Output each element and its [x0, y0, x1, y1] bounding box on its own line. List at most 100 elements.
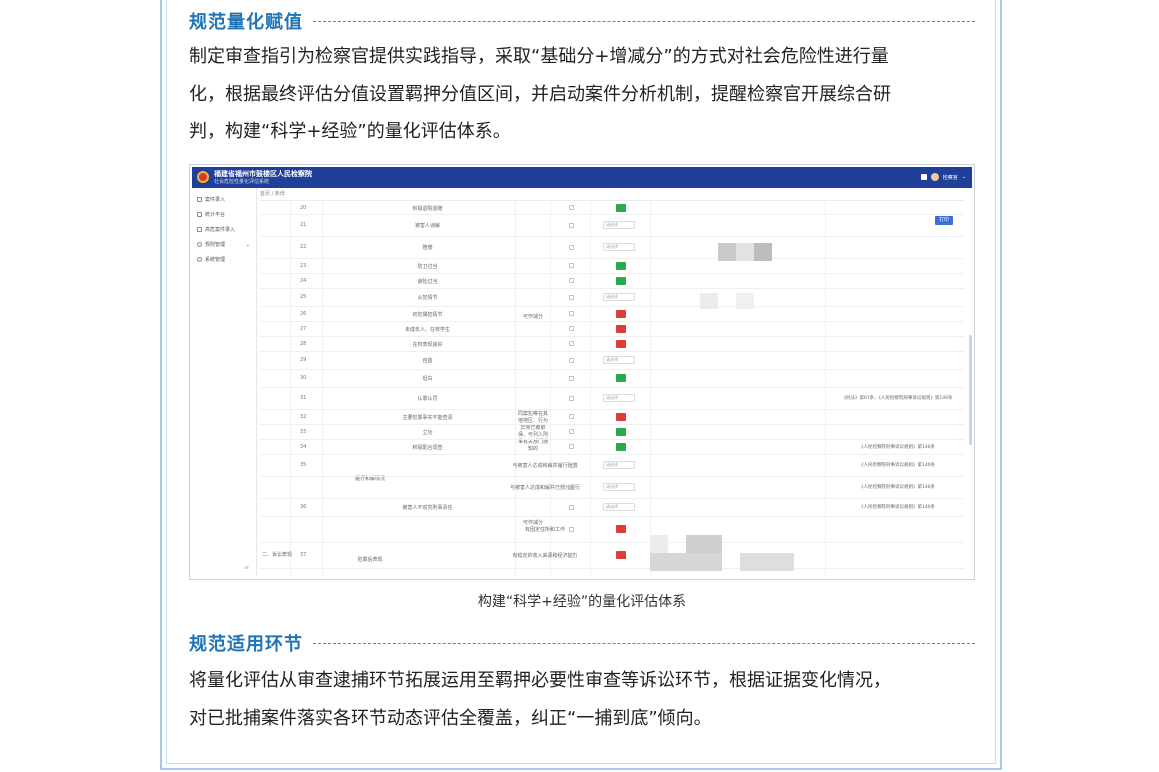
row-number: 24: [300, 277, 307, 284]
collapse-icon[interactable]: ≡: [244, 564, 249, 571]
score-subtract-tag[interactable]: [616, 412, 626, 421]
item-name: 主要犯罪事实不能查清: [402, 414, 453, 421]
row-checkbox[interactable]: [569, 395, 574, 401]
row-checkbox[interactable]: [569, 444, 574, 449]
scrollbar[interactable]: [969, 335, 972, 445]
table-row: 22 赔偿 请选择: [260, 236, 964, 259]
row-checkbox[interactable]: [569, 311, 574, 316]
score-subtract-tag[interactable]: [616, 309, 626, 318]
table-row: 有固定住所和工作: [260, 516, 964, 543]
breadcrumb: 首页 / 新增: [260, 191, 285, 197]
row-number: 37: [300, 552, 307, 558]
row-number: 33: [300, 428, 307, 435]
row-checkbox[interactable]: [569, 552, 574, 558]
emblem-icon: [197, 171, 209, 183]
row-checkbox[interactable]: [569, 205, 574, 210]
legal-basis: 《人民检察院刑事诉讼规则》第140条: [858, 463, 936, 468]
notification-icon[interactable]: [920, 174, 927, 180]
redacted-area: [736, 293, 754, 309]
item-name: 积极退赃退赔: [412, 205, 443, 212]
score-add-tag[interactable]: [616, 276, 626, 285]
score-subtract-tag[interactable]: [616, 551, 626, 559]
print-button[interactable]: 打印: [935, 216, 953, 225]
score-subtract-tag[interactable]: [616, 525, 626, 533]
section-heading-quantify: 规范量化赋值: [189, 8, 975, 34]
score-add-tag[interactable]: [616, 374, 626, 382]
table-row: 36 被害人不追究刑事责任 请选择 《人民检察院刑事诉讼规则》第140条: [260, 498, 964, 517]
user-menu[interactable]: 检察官 ⌄: [920, 173, 966, 181]
item-name: 从犯情节: [417, 295, 438, 301]
score-add-tag[interactable]: [616, 427, 626, 436]
sidebar-item[interactable]: 案件录入: [192, 192, 256, 207]
row-checkbox[interactable]: [569, 429, 574, 434]
row-number: 26: [300, 310, 307, 317]
item-name: 赔偿: [422, 245, 433, 251]
dashed-rule: [313, 20, 975, 22]
item-name: 与被害人达成和解并已部分履行: [509, 485, 580, 491]
row-checkbox[interactable]: [569, 375, 574, 381]
app-topbar: 福建省福州市鼓楼区人民检察院 社会危险性量化评估系统 检察官 ⌄: [192, 167, 972, 188]
score-select[interactable]: 请选择: [603, 483, 635, 491]
monitor-icon: [197, 212, 202, 217]
score-select[interactable]: 请选择: [603, 394, 635, 402]
row-number: 31: [300, 395, 307, 401]
score-add-tag[interactable]: [616, 261, 626, 270]
row-checkbox[interactable]: [569, 294, 574, 300]
row-number: 32: [300, 413, 307, 420]
row-checkbox[interactable]: [569, 326, 574, 331]
row-checkbox[interactable]: [569, 526, 574, 532]
score-add-tag[interactable]: [616, 442, 626, 451]
score-subtract-tag[interactable]: [616, 339, 626, 348]
table-row: 20 积极退赃退赔: [260, 201, 964, 215]
redacted-area: [736, 243, 754, 261]
redacted-area: [754, 243, 772, 261]
redacted-area: [718, 243, 736, 261]
redacted-area: [686, 535, 722, 553]
row-checkbox[interactable]: [569, 462, 574, 468]
row-checkbox[interactable]: [569, 357, 574, 363]
document-icon: [197, 227, 202, 232]
row-number: 27: [300, 325, 307, 332]
table-row: 26 初犯偶犯情节: [260, 306, 964, 322]
score-select[interactable]: 请选择: [603, 243, 635, 251]
sidebar-item[interactable]: 高危案件录入: [192, 222, 256, 237]
sidebar-item[interactable]: 系统管理: [192, 252, 256, 267]
section-title: 规范适用环节: [189, 634, 303, 655]
sidebar-item[interactable]: 统计平台: [192, 207, 256, 222]
row-number: 36: [300, 504, 307, 510]
row-checkbox[interactable]: [569, 278, 574, 283]
row-checkbox[interactable]: [569, 504, 574, 510]
row-checkbox[interactable]: [569, 263, 574, 268]
score-select[interactable]: 请选择: [603, 221, 635, 229]
dashed-rule: [313, 642, 975, 644]
row-checkbox[interactable]: [569, 341, 574, 346]
sidebar-item[interactable]: 规则管理 ⌄: [192, 237, 256, 252]
item-name: 自首: [422, 358, 433, 364]
figure-caption: 构建“科学+经验”的量化评估体系: [477, 594, 687, 610]
score-subtract-tag[interactable]: [616, 324, 626, 333]
paragraph-line: 制定审查指引为检察官提供实践指导，采取“基础分+增减分”的方式对社会危险性进行量: [189, 46, 889, 67]
row-checkbox[interactable]: [569, 222, 574, 228]
legal-basis: 《人民检察院刑事诉讼规则》第140条: [858, 485, 936, 490]
score-select[interactable]: 请选择: [603, 461, 635, 469]
table-row: 25 从犯情节 请选择: [260, 288, 964, 307]
row-number: 34: [300, 443, 307, 450]
paragraph-line: 对已批捕案件落实各环节动态评估全覆盖，纠正“一捕到底”倾向。: [189, 707, 712, 729]
section-title: 规范量化赋值: [189, 12, 303, 33]
score-add-tag[interactable]: [616, 203, 626, 212]
item-name: 避险过当: [417, 278, 438, 285]
row-number: 35: [300, 462, 307, 468]
item-name: 有稳定的收入来源和经济能力: [512, 553, 578, 559]
section-paragraph: 将量化评估从审查逮捕环节拓展运用至羁押必要性审查等诉讼环节，根据证据变化情况， …: [189, 662, 979, 737]
table-row: 37 有稳定的收入来源和经济能力: [260, 542, 964, 569]
score-select[interactable]: 请选择: [603, 503, 635, 511]
row-checkbox[interactable]: [569, 414, 574, 419]
row-checkbox[interactable]: [569, 484, 574, 490]
paragraph-line: 判，构建“科学+经验”的量化评估体系。: [189, 121, 511, 142]
score-select[interactable]: 请选择: [603, 356, 635, 364]
score-select[interactable]: 请选择: [603, 293, 635, 301]
row-number: 30: [300, 375, 307, 381]
table-row: 33 立功: [260, 424, 964, 440]
table-row: 21 被害人谅解 请选择: [260, 214, 964, 237]
row-checkbox[interactable]: [569, 244, 574, 250]
